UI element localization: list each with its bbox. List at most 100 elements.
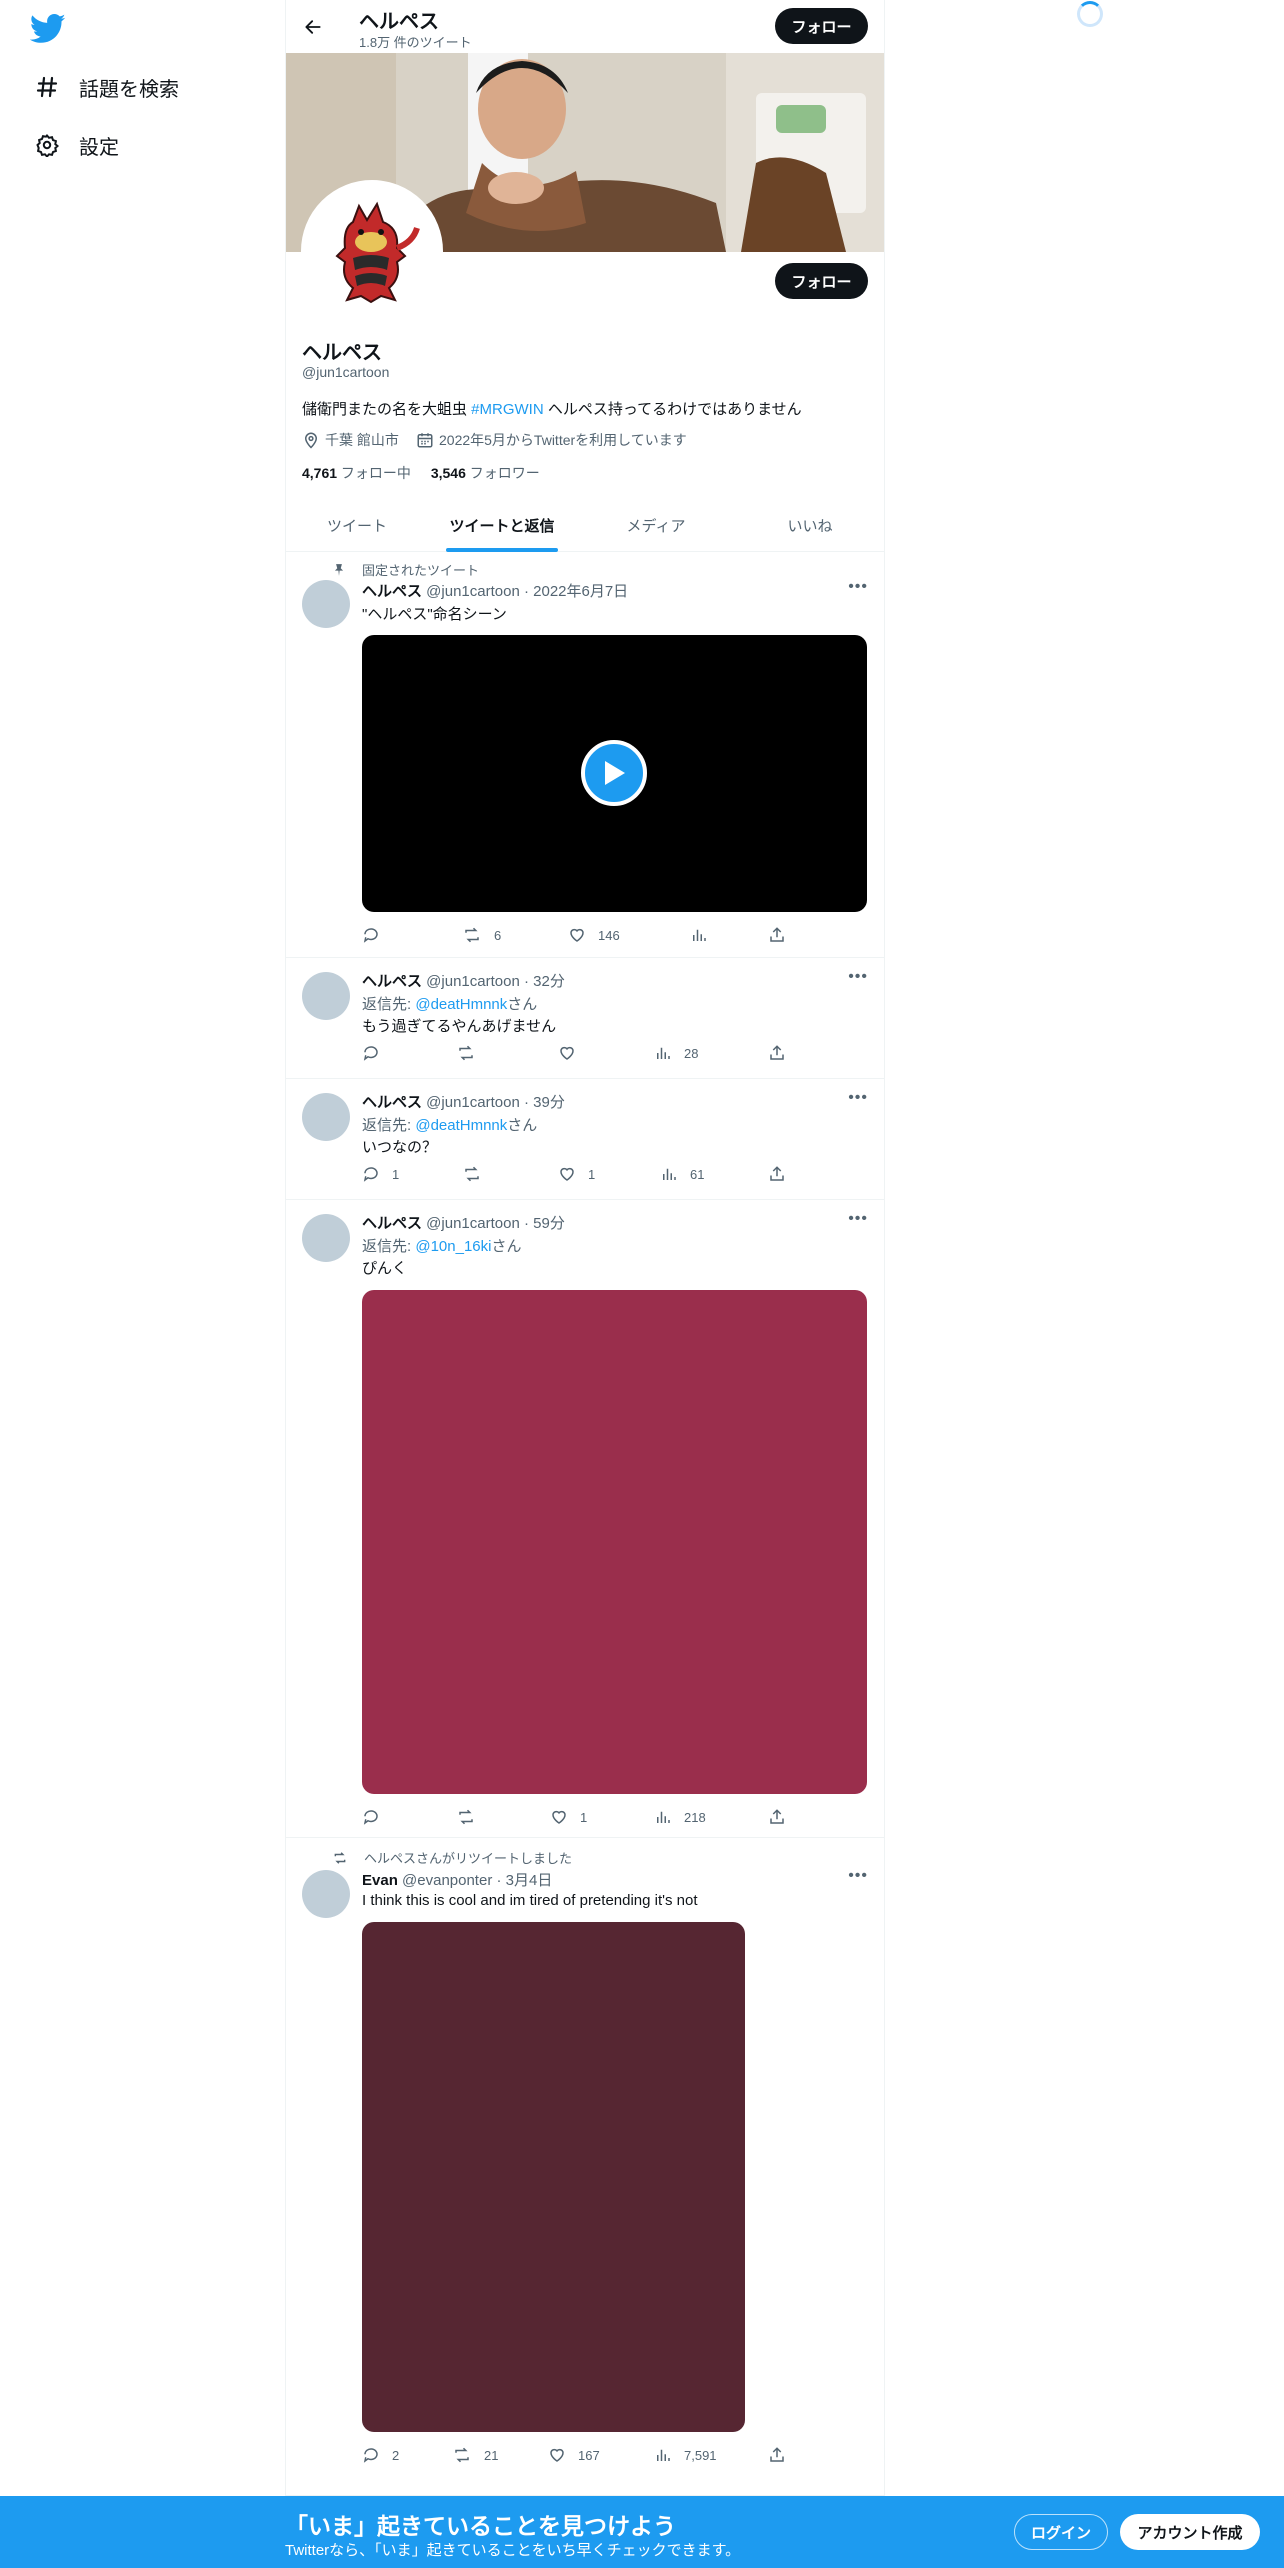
share-button[interactable] — [768, 1808, 786, 1826]
share-button[interactable] — [768, 1165, 786, 1183]
reply-icon — [363, 1810, 378, 1825]
bio-text: ヘルペス持ってるわけではありません — [543, 401, 802, 418]
views-button[interactable]: 61 — [660, 1165, 704, 1183]
author-name[interactable]: ヘルペス — [362, 1094, 422, 1111]
followers-label: フォロワー — [465, 465, 540, 481]
views-button[interactable]: 7,591 — [654, 2446, 717, 2464]
like-button[interactable]: 1 — [550, 1808, 587, 1826]
profile-follow-button[interactable]: フォロー — [775, 263, 868, 299]
analytics-icon — [657, 2449, 670, 2461]
location-pin-icon — [304, 432, 318, 449]
more-options-icon[interactable]: ••• — [848, 968, 868, 986]
retweet-button[interactable]: 6 — [462, 926, 501, 944]
share-button[interactable] — [768, 926, 786, 944]
avatar[interactable] — [302, 1214, 350, 1262]
tweet-video[interactable] — [362, 635, 867, 912]
header-tweet-count: 1.8万 件のツイート — [359, 35, 472, 50]
profile-bio: 儲衛門またの名を大蛆虫 #MRGWIN ヘルペス持ってるわけではありません — [302, 398, 802, 419]
like-button[interactable] — [558, 1044, 588, 1062]
profile-avatar[interactable] — [301, 180, 443, 322]
tweet-retweeted[interactable]: ヘルペスさんがリツイートしました Evan @evanponter · 3月4日… — [286, 1838, 884, 2496]
share-button[interactable] — [768, 2446, 786, 2464]
tweet-header: ヘルペス @jun1cartoon · 2022年6月7日 — [362, 580, 628, 601]
tweet-actions: 1 218 — [362, 1808, 784, 1828]
mention-link[interactable]: @10n_16ki — [415, 1238, 491, 1255]
tweet-header: Evan @evanponter · 3月4日 — [362, 1869, 552, 1890]
followers-link[interactable]: 3,546 フォロワー — [431, 465, 540, 481]
analytics-icon — [657, 1047, 670, 1059]
bio-hashtag-link[interactable]: #MRGWIN — [471, 401, 544, 418]
mention-link[interactable]: @deatHmnnk — [415, 996, 507, 1013]
tweet-image[interactable] — [362, 1922, 745, 2432]
tweet-pinned[interactable]: 固定されたツイート ヘルペス @jun1cartoon · 2022年6月7日 … — [286, 552, 884, 958]
back-arrow-icon[interactable] — [296, 10, 330, 44]
more-options-icon[interactable]: ••• — [848, 1867, 868, 1885]
tweet[interactable]: ヘルペス @jun1cartoon · 59分 ••• 返信先: @10n_16… — [286, 1200, 884, 1838]
more-options-icon[interactable]: ••• — [848, 1089, 868, 1107]
tweet-text: もう過ぎてるやんあげません — [362, 1018, 557, 1035]
retweet-count: 6 — [494, 927, 502, 943]
profile-location: 千葉 館山市 — [302, 430, 399, 450]
avatar[interactable] — [302, 1093, 350, 1141]
share-button[interactable] — [768, 1044, 786, 1062]
mention-link[interactable]: @deatHmnnk — [415, 1117, 507, 1134]
following-label: フォロー中 — [337, 465, 411, 481]
reply-prefix: 返信先: — [362, 1238, 416, 1255]
views-button[interactable]: 28 — [654, 1044, 698, 1062]
avatar[interactable] — [302, 580, 350, 628]
profile-name: ヘルペス — [302, 342, 382, 364]
author-meta: @evanponter · 3月4日 — [397, 1872, 553, 1889]
tab-tweets[interactable]: ツイート — [286, 498, 428, 552]
retweet-icon — [459, 1045, 473, 1061]
reply-button[interactable]: 2 — [362, 2446, 399, 2464]
tweet-text: I think this is cool and im tired of pre… — [362, 1892, 698, 1909]
views-button[interactable]: 218 — [654, 1808, 706, 1826]
reply-button[interactable] — [362, 1044, 392, 1062]
like-button[interactable]: 1 — [558, 1165, 595, 1183]
avatar[interactable] — [302, 972, 350, 1020]
share-icon — [770, 1045, 784, 1060]
views-button[interactable] — [690, 926, 720, 944]
joined-text: 2022年5月からTwitterを利用しています — [439, 432, 687, 448]
retweet-button[interactable] — [462, 1165, 494, 1183]
retweet-context-text: ヘルペスさんがリツイートしました — [364, 1851, 573, 1866]
avatar[interactable] — [302, 1870, 350, 1918]
login-button[interactable]: ログイン — [1014, 2514, 1108, 2550]
header-follow-button[interactable]: フォロー — [775, 8, 868, 44]
reply-context: 返信先: @deatHmnnkさん — [362, 993, 537, 1014]
nav-item-settings[interactable]: 設定 — [33, 125, 119, 165]
author-name[interactable]: ヘルペス — [362, 583, 422, 600]
like-button[interactable]: 146 — [568, 926, 620, 944]
reply-button[interactable]: 1 — [362, 1165, 399, 1183]
play-button-icon[interactable] — [581, 740, 647, 806]
retweet-button[interactable] — [456, 1808, 488, 1826]
retweet-button[interactable]: 21 — [452, 2446, 498, 2464]
analytics-icon — [693, 929, 706, 941]
following-link[interactable]: 4,761 フォロー中 — [302, 465, 411, 481]
nav-item-explore[interactable]: 話題を検索 — [33, 67, 179, 107]
signup-prompt-title: 「いま」起きていることを見つけよう — [285, 2513, 676, 2539]
tweet[interactable]: ヘルペス @jun1cartoon · 32分 ••• 返信先: @deatHm… — [286, 958, 884, 1079]
reply-button[interactable] — [362, 1808, 392, 1826]
reply-icon — [363, 928, 378, 943]
signup-button[interactable]: アカウント作成 — [1120, 2514, 1260, 2550]
loading-spinner-icon — [1077, 1, 1103, 27]
tab-media[interactable]: メディア — [576, 498, 736, 552]
tweet[interactable]: ヘルペス @jun1cartoon · 39分 ••• 返信先: @deatHm… — [286, 1079, 884, 1200]
author-name[interactable]: ヘルペス — [362, 1215, 422, 1232]
retweet-button[interactable] — [456, 1044, 488, 1062]
author-name[interactable]: ヘルペス — [362, 973, 422, 990]
tab-tweets-and-replies[interactable]: ツイートと返信 — [428, 498, 576, 552]
heart-icon — [560, 1167, 574, 1181]
more-options-icon[interactable]: ••• — [848, 1210, 868, 1228]
author-meta: @jun1cartoon · 32分 — [422, 973, 565, 990]
reply-button[interactable] — [362, 926, 392, 944]
like-button[interactable]: 167 — [548, 2446, 600, 2464]
tab-likes[interactable]: いいね — [736, 498, 884, 552]
twitter-logo-icon[interactable] — [29, 14, 66, 44]
tweet-image[interactable] — [362, 1290, 867, 1794]
share-icon — [770, 927, 784, 942]
author-meta: @jun1cartoon · 39分 — [422, 1094, 565, 1111]
author-name[interactable]: Evan — [362, 1872, 398, 1889]
more-options-icon[interactable]: ••• — [848, 578, 868, 596]
